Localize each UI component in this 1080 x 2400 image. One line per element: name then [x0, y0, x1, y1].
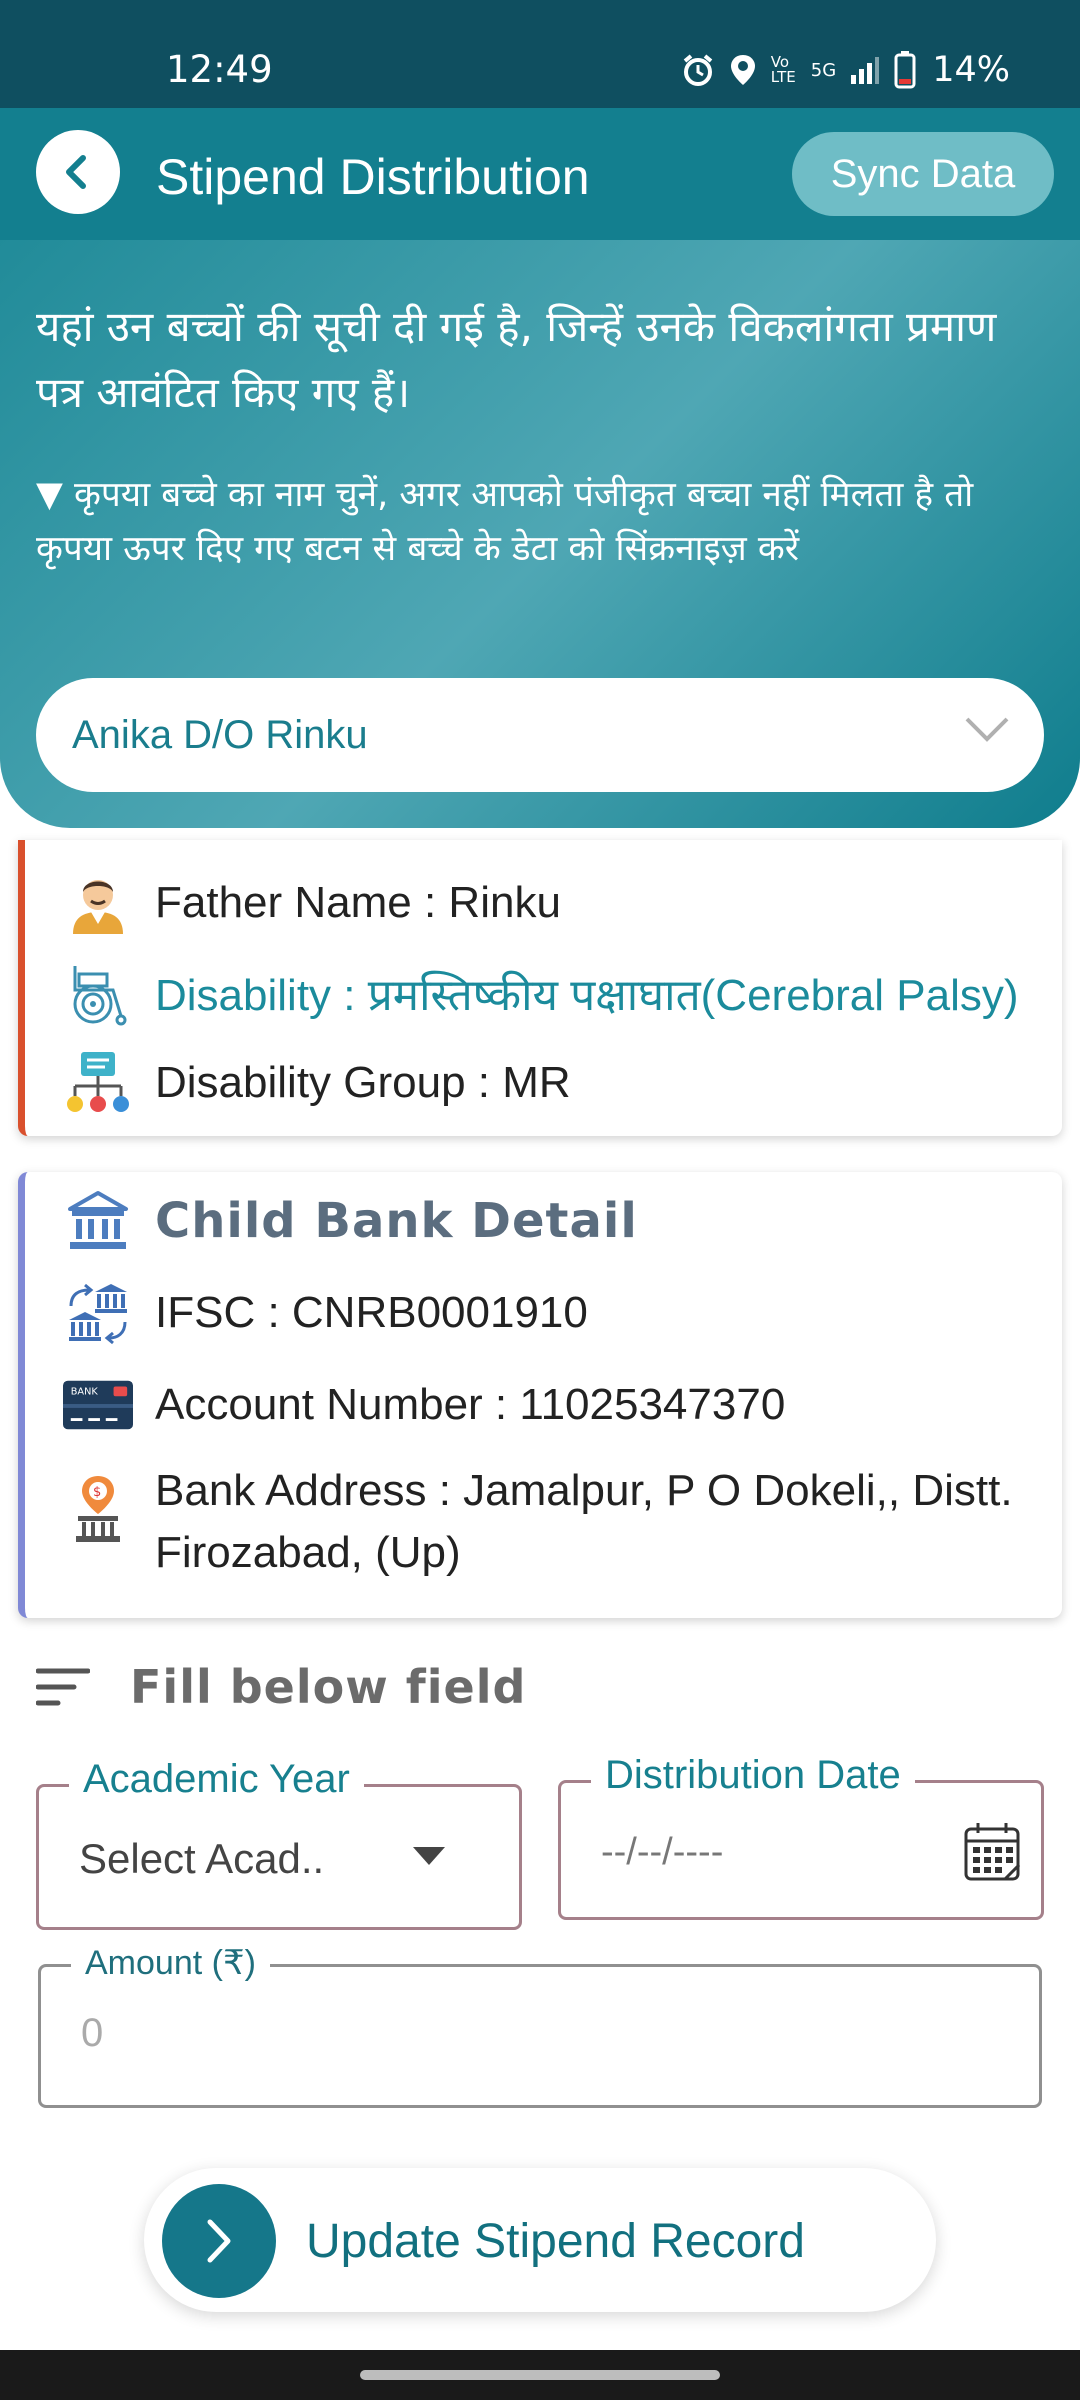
sync-data-button[interactable]: Sync Data [792, 132, 1054, 216]
update-stipend-button[interactable]: Update Stipend Record [144, 2168, 936, 2312]
father-icon [63, 868, 133, 938]
bank-card-icon: BANK [63, 1370, 133, 1440]
father-name-row: Father Name : Rinku [63, 868, 561, 938]
disability-type: Disability : प्रमस्तिष्कीय पक्षाघात(Cere… [155, 971, 1019, 1020]
child-select-dropdown[interactable]: Anika D/O Rinku [36, 678, 1044, 792]
academic-year-select[interactable]: Academic Year Select Acad.. [36, 1757, 522, 1930]
distribution-date-label: Distribution Date [591, 1753, 915, 1798]
app-bar: Stipend Distribution Sync Data [0, 108, 1080, 240]
academic-year-label: Academic Year [69, 1757, 364, 1802]
bank-address: Bank Address : Jamalpur, P O Dokeli,, Di… [155, 1466, 1013, 1577]
svg-text:$: $ [93, 1485, 101, 1500]
sort-lines-icon [36, 1668, 90, 1706]
page-title: Stipend Distribution [156, 149, 590, 205]
hierarchy-icon [63, 1048, 133, 1118]
selected-child: Anika D/O Rinku [72, 712, 368, 757]
header-panel: Stipend Distribution Sync Data यहां उन ब… [0, 108, 1080, 828]
chevron-right-circle [162, 2184, 276, 2298]
ifsc-code: IFSC : CNRB0001910 [155, 1288, 588, 1337]
home-gesture-handle[interactable] [360, 2370, 720, 2380]
alarm-icon [683, 54, 713, 86]
wheelchair-icon [63, 958, 133, 1028]
battery-icon [894, 51, 916, 89]
description-text: यहां उन बच्चों की सूची दी गई है, जिन्हें… [36, 302, 997, 417]
bank-title-row: Child Bank Detail [63, 1186, 638, 1256]
father-name: Father Name : Rinku [155, 878, 561, 927]
volte-indicator: Vo LTE [770, 53, 796, 86]
bank-card-badge: BANK [71, 1386, 99, 1397]
signal-icon [851, 57, 880, 84]
academic-year-value: Select Acad.. [79, 1835, 325, 1882]
bank-transfer-icon [63, 1278, 133, 1348]
disability-group: Disability Group : MR [155, 1058, 571, 1107]
amount-label: Amount (₹) [71, 1943, 270, 1983]
battery-percent: 14% [932, 50, 1010, 90]
back-button[interactable] [36, 130, 120, 214]
status-time: 12:49 [166, 48, 273, 91]
account-number: Account Number : 11025347370 [155, 1380, 786, 1429]
ifsc-row: IFSC : CNRB0001910 [63, 1278, 588, 1348]
disability-row: Disability : प्रमस्तिष्कीय पक्षाघात(Cere… [63, 958, 1019, 1028]
child-details-card: Father Name : Rinku Disability : प्रमस्त… [18, 840, 1062, 1136]
calendar-icon[interactable] [963, 1821, 1023, 1883]
distribution-date-value: --/--/---- [601, 1831, 724, 1873]
distribution-date-field[interactable]: Distribution Date --/--/---- [558, 1753, 1044, 1920]
network-type: 5G [810, 59, 837, 81]
status-bar: 12:49 Vo LTE 5G 14% [0, 0, 1080, 108]
amount-placeholder: 0 [81, 2011, 104, 2055]
chevron-down-icon [965, 717, 1009, 742]
location-icon [730, 55, 755, 85]
chevron-left-icon [66, 155, 86, 189]
fill-below-section: Fill below field [36, 1660, 526, 1714]
disability-group-row: Disability Group : MR [63, 1048, 571, 1118]
bank-location-icon: $ [63, 1474, 133, 1544]
chevron-right-icon [207, 2219, 231, 2263]
instruction-note: ▼ कृपया बच्चे का नाम चुनें, अगर आपको पंज… [36, 475, 974, 569]
bank-building-icon [63, 1186, 133, 1256]
fill-below-label: Fill below field [130, 1660, 527, 1714]
bank-detail-title: Child Bank Detail [155, 1193, 638, 1249]
bank-address-row: $ Bank Address : Jamalpur, P O Dokeli,, … [63, 1460, 1035, 1584]
status-icons: Vo LTE 5G 14% [681, 50, 1010, 90]
bank-detail-card: Child Bank Detail IFSC : CNRB0001910 BAN… [18, 1172, 1062, 1618]
update-stipend-label: Update Stipend Record [306, 2215, 805, 2268]
navigation-bar [0, 2350, 1080, 2400]
account-number-row: BANK Account Number : 11025347370 [63, 1370, 785, 1440]
amount-input[interactable]: Amount (₹) 0 [38, 1943, 1042, 2108]
dropdown-arrow-icon [413, 1847, 445, 1865]
